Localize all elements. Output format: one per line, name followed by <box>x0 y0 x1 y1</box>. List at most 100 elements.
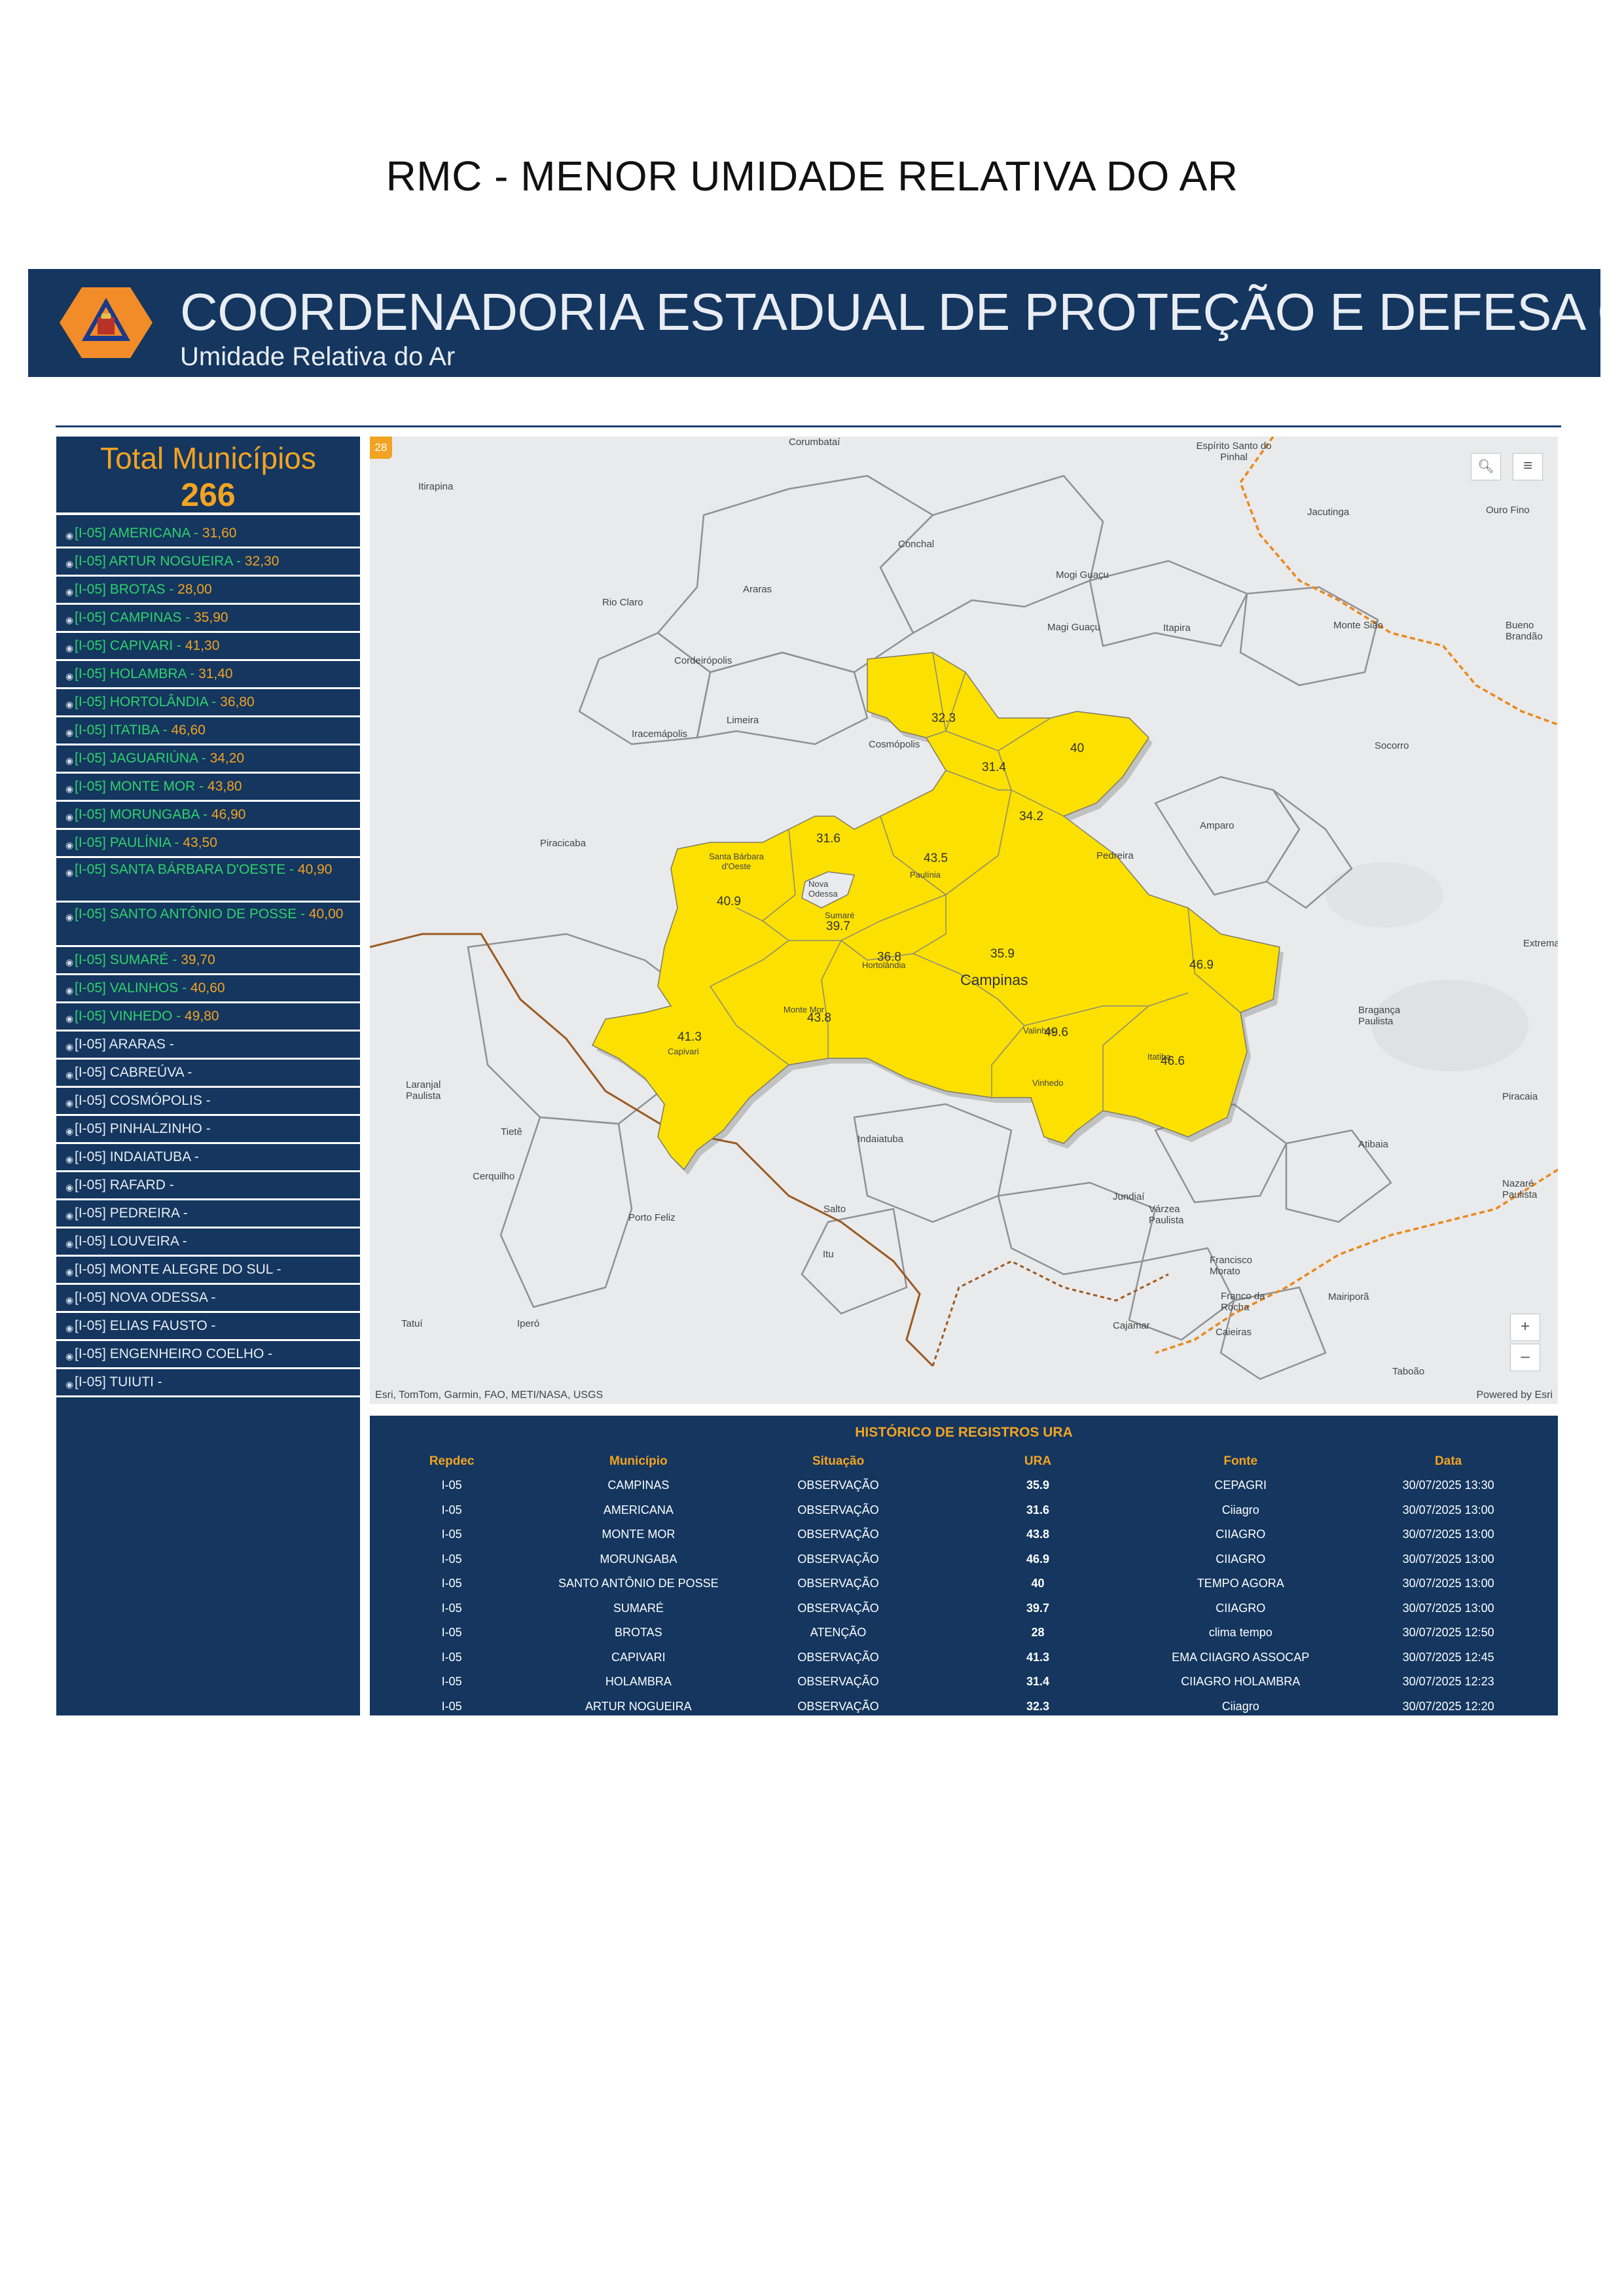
map-label: Nova Odessa <box>808 879 838 899</box>
cell-data: 30/07/2025 13:00 <box>1402 1601 1494 1615</box>
region-value: 31.4 <box>982 761 1006 774</box>
municipality-item[interactable]: ◉ [I-05] ARTUR NOGUEIRA - 32,30 <box>56 548 360 577</box>
col-municipio: Município <box>609 1454 668 1468</box>
municipality-name: [I-05] PAULÍNIA <box>75 835 171 850</box>
eye-icon: ◉ <box>65 558 74 569</box>
municipality-item[interactable]: ◉ [I-05] VINHEDO - 49,80 <box>56 1003 360 1031</box>
legend-button[interactable]: ≡ <box>1513 453 1543 480</box>
map-label: Extrema <box>1523 938 1558 949</box>
eye-icon: ◉ <box>65 1154 74 1164</box>
table-row[interactable]: I-05 MONTE MOR OBSERVAÇÃO 43.8 CIIAGRO 30/07/… <box>370 1522 1558 1547</box>
cell-data: 30/07/2025 12:50 <box>1402 1626 1494 1640</box>
powered-by-esri-link[interactable]: Powered by Esri <box>1477 1390 1553 1401</box>
municipality-item[interactable]: ◉ [I-05] SUMARÉ - 39,70 <box>56 947 360 975</box>
municipality-item[interactable]: ◉ [I-05] VALINHOS - 40,60 <box>56 975 360 1003</box>
table-row[interactable]: I-05 CAMPINAS OBSERVAÇÃO 35.9 CEPAGRI 30/07/2… <box>370 1473 1558 1498</box>
cell-situacao: OBSERVAÇÃO <box>797 1650 879 1664</box>
municipality-humidity: 46,90 <box>211 807 246 822</box>
table-row[interactable]: I-05 SUMARÉ OBSERVAÇÃO 39.7 CIIAGRO 30/07/202… <box>370 1596 1558 1621</box>
municipality-item[interactable]: ◉ [I-05] HOLAMBRA - 31,40 <box>56 661 360 689</box>
page-title: RMC - MENOR UMIDADE RELATIVA DO AR <box>386 152 1238 200</box>
municipality-item[interactable]: ◉ [I-05] SANTA BÁRBARA D'OESTE - 40,90 <box>56 858 360 903</box>
municipality-name: [I-05] SANTA BÁRBARA D'OESTE <box>75 862 286 877</box>
municipality-item[interactable]: ◉ [I-05] CAPIVARI - 41,30 <box>56 633 360 661</box>
municipality-item[interactable]: ◉ [I-05] NOVA ODESSA - <box>56 1285 360 1313</box>
municipality-humidity: 40,00 <box>308 906 344 922</box>
table-row[interactable]: I-05 SANTO ANTÔNIO DE POSSE OBSERVAÇÃO 40 TE… <box>370 1571 1558 1596</box>
search-button[interactable]: 🔍︎ <box>1471 453 1501 480</box>
municipality-item[interactable]: ◉ [I-05] ENGENHEIRO COELHO - <box>56 1341 360 1369</box>
total-municipalities-value: 266 <box>181 476 236 513</box>
municipality-item[interactable]: ◉ [I-05] MORUNGABA - 46,90 <box>56 802 360 830</box>
separator: - <box>264 1346 273 1361</box>
table-row[interactable]: I-05 HOLAMBRA OBSERVAÇÃO 31.4 CIIAGRO HOLAMB… <box>370 1670 1558 1695</box>
municipality-item[interactable]: ◉ [I-05] TUIUTI - <box>56 1369 360 1397</box>
list-icon: ≡ <box>1523 457 1532 475</box>
region-value: 40.9 <box>717 895 741 908</box>
map-label: Mogi Guaçu <box>1056 569 1109 581</box>
map-label: Salto <box>823 1204 846 1215</box>
municipality-item[interactable]: ◉ [I-05] PEDREIRA - <box>56 1200 360 1229</box>
map-view[interactable]: 28 Itirapina Corumbataí Conchal Espírito… <box>370 437 1558 1404</box>
cell-ura: 40 <box>1031 1577 1045 1590</box>
municipality-item[interactable]: ◉ [I-05] AMERICANA - 31,60 <box>56 520 360 548</box>
table-row[interactable]: I-05 ARTUR NOGUEIRA OBSERVAÇÃO 32.3 Ciiagro 3… <box>370 1695 1558 1716</box>
zoom-out-button[interactable]: – <box>1510 1344 1540 1371</box>
municipality-item[interactable]: ◉ [I-05] LOUVEIRA - <box>56 1229 360 1257</box>
campinas-label: Campinas <box>960 971 1028 988</box>
cell-repdec: I-05 <box>441 1601 462 1615</box>
cell-repdec: I-05 <box>441 1650 462 1664</box>
municipality-item[interactable]: ◉ [I-05] ITATIBA - 46,60 <box>56 717 360 745</box>
municipality-item[interactable]: ◉ [I-05] BROTAS - 28,00 <box>56 577 360 605</box>
zoom-in-button[interactable]: + <box>1510 1314 1540 1341</box>
cell-repdec: I-05 <box>441 1528 462 1541</box>
municipality-item[interactable]: ◉ [I-05] INDAIATUBA - <box>56 1144 360 1172</box>
eye-icon: ◉ <box>65 1041 74 1052</box>
municipality-item[interactable]: ◉ [I-05] JAGUARIÚNA - 34,20 <box>56 745 360 774</box>
map-label: Limeira <box>727 715 759 726</box>
eye-icon: ◉ <box>65 783 74 794</box>
map-label: Monte Sião <box>1333 620 1383 631</box>
cell-situacao: OBSERVAÇÃO <box>797 1577 879 1590</box>
municipality-item[interactable]: ◉ [I-05] PAULÍNIA - 43,50 <box>56 830 360 858</box>
region-value: 46.9 <box>1189 958 1214 972</box>
cell-municipio: BROTAS <box>614 1626 662 1640</box>
eye-icon: ◉ <box>65 671 74 681</box>
municipality-item[interactable]: ◉ [I-05] SANTO ANTÔNIO DE POSSE - 40,00 <box>56 903 360 947</box>
municipality-item[interactable]: ◉ [I-05] COSMÓPOLIS - <box>56 1088 360 1116</box>
municipality-item[interactable]: ◉ [I-05] RAFARD - <box>56 1172 360 1200</box>
map-label: Itu <box>823 1249 834 1260</box>
cell-municipio: ARTUR NOGUEIRA <box>585 1699 692 1713</box>
count-badge[interactable]: 28 <box>370 437 392 459</box>
table-row[interactable]: I-05 MORUNGABA OBSERVAÇÃO 46.9 CIIAGRO 30/07/… <box>370 1547 1558 1572</box>
table-row[interactable]: I-05 CAPIVARI OBSERVAÇÃO 41.3 EMA CIIAGRO AS… <box>370 1645 1558 1670</box>
municipality-name: [I-05] ARARAS <box>75 1037 166 1052</box>
cell-data: 30/07/2025 13:30 <box>1402 1479 1494 1492</box>
eye-icon: ◉ <box>65 985 74 996</box>
cell-situacao: ATENÇÃO <box>810 1626 867 1640</box>
municipality-item[interactable]: ◉ [I-05] MONTE ALEGRE DO SUL - <box>56 1257 360 1285</box>
municipality-humidity: 43,80 <box>208 779 242 794</box>
cell-fonte: CEPAGRI <box>1214 1479 1267 1492</box>
municipality-name: [I-05] COSMÓPOLIS <box>75 1093 202 1108</box>
municipality-item[interactable]: ◉ [I-05] PINHALZINHO - <box>56 1116 360 1144</box>
municipality-item[interactable]: ◉ [I-05] MONTE MOR - 43,80 <box>56 774 360 802</box>
municipality-item[interactable]: ◉ [I-05] ARARAS - <box>56 1031 360 1060</box>
municipality-name: [I-05] HOLAMBRA <box>75 666 187 681</box>
cell-ura: 35.9 <box>1026 1479 1049 1492</box>
table-row[interactable]: I-05 BROTAS ATENÇÃO 28 clima tempo 30/07/2025… <box>370 1621 1558 1645</box>
table-row[interactable]: I-05 AMERICANA OBSERVAÇÃO 31.6 Ciiagro 30/07/… <box>370 1498 1558 1523</box>
municipality-item[interactable]: ◉ [I-05] ELIAS FAUSTO - <box>56 1313 360 1341</box>
map-attribution: Esri, TomTom, Garmin, FAO, METI/NASA, US… <box>375 1390 604 1401</box>
municipality-name: [I-05] INDAIATUBA <box>75 1149 190 1164</box>
map-label: Mairiporã <box>1328 1291 1369 1302</box>
cell-fonte: Ciiagro <box>1221 1699 1259 1713</box>
map-label: Indaiatuba <box>857 1134 904 1145</box>
cell-situacao: OBSERVAÇÃO <box>797 1552 879 1566</box>
municipality-item[interactable]: ◉ [I-05] CABREÚVA - <box>56 1060 360 1088</box>
eye-icon: ◉ <box>65 912 74 922</box>
municipality-item[interactable]: ◉ [I-05] HORTOLÂNDIA - 36,80 <box>56 689 360 717</box>
municipality-item[interactable]: ◉ [I-05] CAMPINAS - 35,90 <box>56 605 360 633</box>
map-label: Franco da Rocha <box>1221 1291 1265 1313</box>
map-label: Cosmópolis <box>869 739 920 750</box>
